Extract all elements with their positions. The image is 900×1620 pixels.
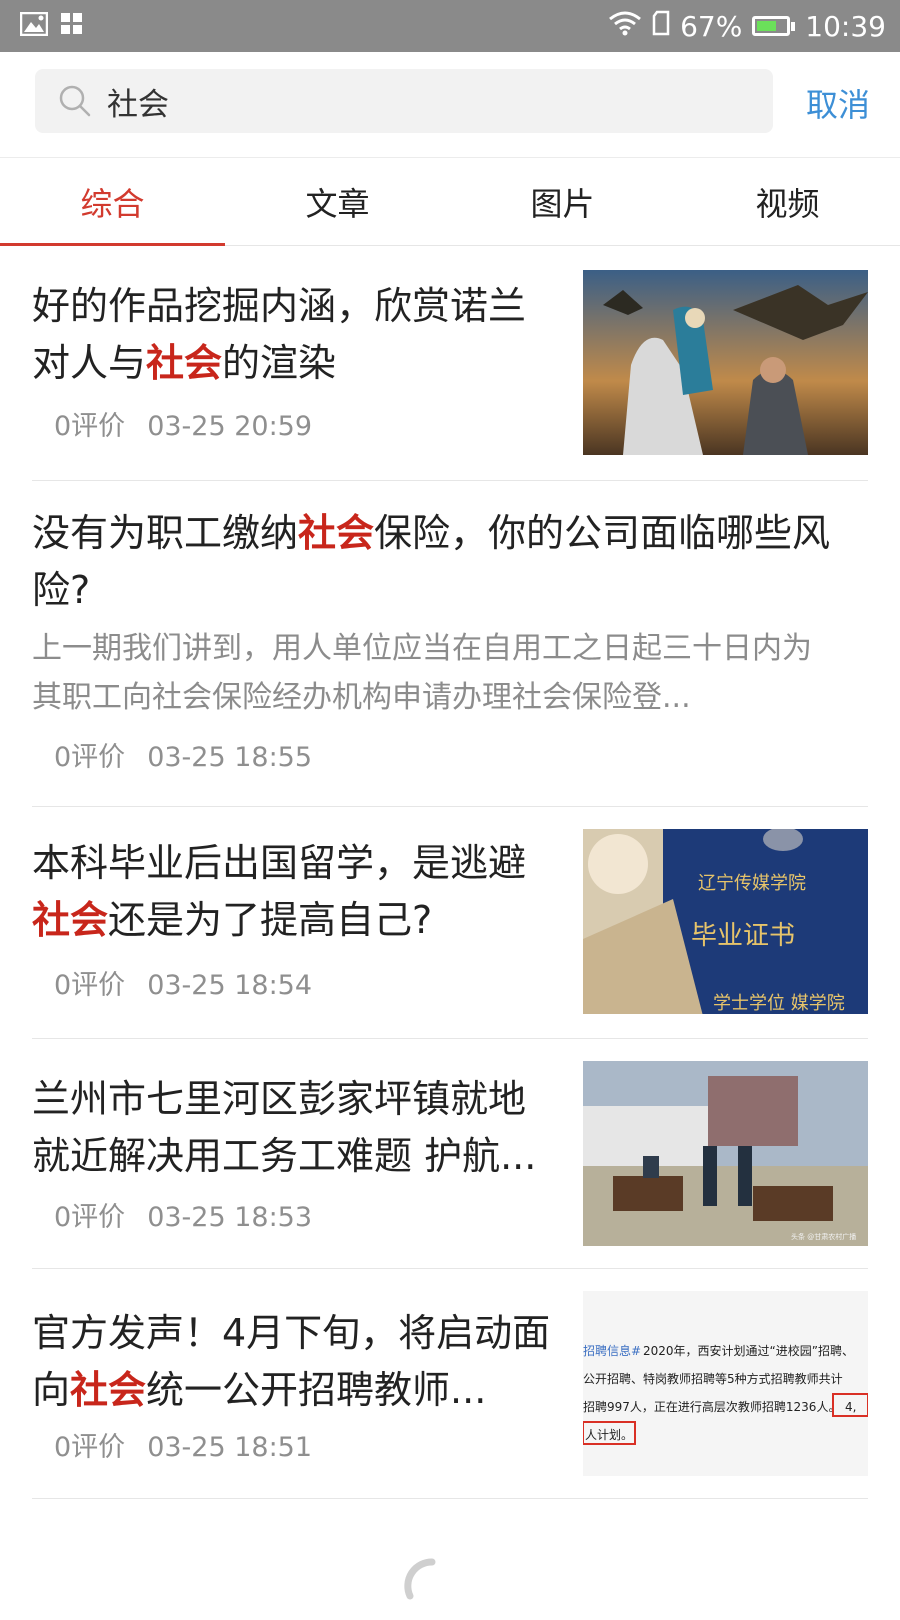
tab-videos[interactable]: 视频 bbox=[675, 158, 900, 245]
thumbnail-image: 招聘信息# 2020年，西安计划通过“进校园”招聘、 公开招聘、特岗教师招聘等5… bbox=[583, 1291, 868, 1476]
comment-count: 0评价 bbox=[54, 411, 126, 442]
comment-count: 0评价 bbox=[54, 1432, 126, 1463]
clock: 10:39 bbox=[805, 9, 886, 43]
search-input[interactable] bbox=[105, 82, 709, 120]
screenshot-text-2: 公开招聘、特岗教师招聘等5种方式招聘教师共计 bbox=[583, 1371, 843, 1386]
article-meta: 0评价 03-25 20:59 bbox=[54, 404, 312, 443]
screenshot-text-tag: 招聘信息# bbox=[583, 1343, 641, 1358]
article-title: 没有为职工缴纳社会保险，你的公司面临哪些风险? bbox=[32, 511, 831, 612]
article-title: 好的作品挖掘内涵，欣赏诺兰对人与社会的渲染 bbox=[32, 284, 527, 385]
list-item[interactable]: 兰州市七里河区彭家坪镇就地就近解决用工务工难题 护航... 0评价 03-25 1… bbox=[32, 1039, 868, 1269]
wifi-icon bbox=[608, 10, 642, 43]
list-item[interactable]: 没有为职工缴纳社会保险，你的公司面临哪些风险? 上一期我们讲到，用人单位应当在自… bbox=[32, 481, 868, 807]
sim-icon bbox=[652, 10, 670, 43]
comment-count: 0评价 bbox=[54, 1202, 126, 1233]
article-title: 官方发声！4月下旬，将启动面向社会统一公开招聘教师... bbox=[32, 1311, 551, 1412]
screenshot-text-1: 2020年，西安计划通过“进校园”招聘、 bbox=[643, 1343, 854, 1358]
photo-watermark: 头条 @甘肃农村广播 bbox=[791, 1232, 856, 1241]
keyword-highlight: 社会 bbox=[146, 341, 223, 385]
loading-spinner-icon bbox=[402, 1556, 462, 1616]
cancel-button[interactable]: 取消 bbox=[806, 80, 870, 126]
article-title: 兰州市七里河区彭家坪镇就地就近解决用工务工难题 护航... bbox=[32, 1077, 537, 1178]
tab-comprehensive[interactable]: 综合 bbox=[0, 158, 225, 246]
publish-time: 03-25 18:55 bbox=[147, 742, 313, 773]
article-meta: 0评价 03-25 18:53 bbox=[54, 1195, 312, 1234]
search-header: 取消 bbox=[0, 52, 900, 158]
screenshot-text-4: 人计划。 bbox=[585, 1428, 633, 1442]
results-list: 好的作品挖掘内涵，欣赏诺兰对人与社会的渲染 0评价 03-25 20:59 没有为… bbox=[0, 246, 900, 1499]
article-summary: 上一期我们讲到，用人单位应当在自用工之日起三十日内为其职工向社会保险经办机构申请… bbox=[32, 631, 812, 715]
school-name-text: 辽宁传媒学院 bbox=[698, 873, 806, 894]
keyword-highlight: 社会 bbox=[32, 898, 109, 942]
thumbnail-image: 头条 @甘肃农村广播 bbox=[583, 1061, 868, 1246]
list-item[interactable]: 官方发声！4月下旬，将启动面向社会统一公开招聘教师... 0评价 03-25 18… bbox=[32, 1269, 868, 1499]
list-item[interactable]: 好的作品挖掘内涵，欣赏诺兰对人与社会的渲染 0评价 03-25 20:59 bbox=[32, 246, 868, 481]
status-bar: 67% 10:39 bbox=[0, 0, 900, 52]
article-meta: 0评价 03-25 18:51 bbox=[54, 1425, 312, 1464]
battery-icon bbox=[752, 16, 796, 36]
apps-icon bbox=[60, 12, 84, 40]
publish-time: 03-25 20:59 bbox=[147, 411, 313, 442]
thumbnail-image bbox=[583, 270, 868, 455]
comment-count: 0评价 bbox=[54, 742, 126, 773]
article-title: 本科毕业后出国留学，是逃避社会还是为了提高自己? bbox=[32, 841, 527, 942]
keyword-highlight: 社会 bbox=[298, 511, 375, 555]
thumbnail-image: 辽宁传媒学院 毕业证书 学士学位 媒学院 bbox=[583, 829, 868, 1014]
publish-time: 03-25 18:54 bbox=[147, 970, 313, 1001]
battery-level bbox=[757, 21, 777, 31]
article-meta: 0评价 03-25 18:55 bbox=[54, 735, 312, 774]
screenshot-text-3: 招聘997人，正在进行高层次教师招聘1236人。 bbox=[583, 1399, 840, 1414]
publish-time: 03-25 18:53 bbox=[147, 1202, 313, 1233]
battery-percent: 67% bbox=[680, 9, 743, 43]
category-tabs: 综合 文章 图片 视频 bbox=[0, 158, 900, 246]
keyword-highlight: 社会 bbox=[70, 1368, 147, 1412]
tab-images[interactable]: 图片 bbox=[450, 158, 675, 245]
screenshot-text-3b: 4, bbox=[845, 1400, 856, 1414]
list-item[interactable]: 本科毕业后出国留学，是逃避社会还是为了提高自己? 0评价 03-25 18:54 … bbox=[32, 807, 868, 1039]
image-icon bbox=[19, 11, 49, 40]
article-meta: 0评价 03-25 18:54 bbox=[54, 963, 312, 1002]
search-box[interactable] bbox=[35, 69, 773, 133]
certificate-bottom-text: 学士学位 媒学院 bbox=[713, 993, 845, 1014]
comment-count: 0评价 bbox=[54, 970, 126, 1001]
publish-time: 03-25 18:51 bbox=[147, 1432, 313, 1463]
certificate-text: 毕业证书 bbox=[691, 921, 795, 951]
tab-articles[interactable]: 文章 bbox=[225, 158, 450, 245]
search-icon bbox=[57, 83, 93, 119]
